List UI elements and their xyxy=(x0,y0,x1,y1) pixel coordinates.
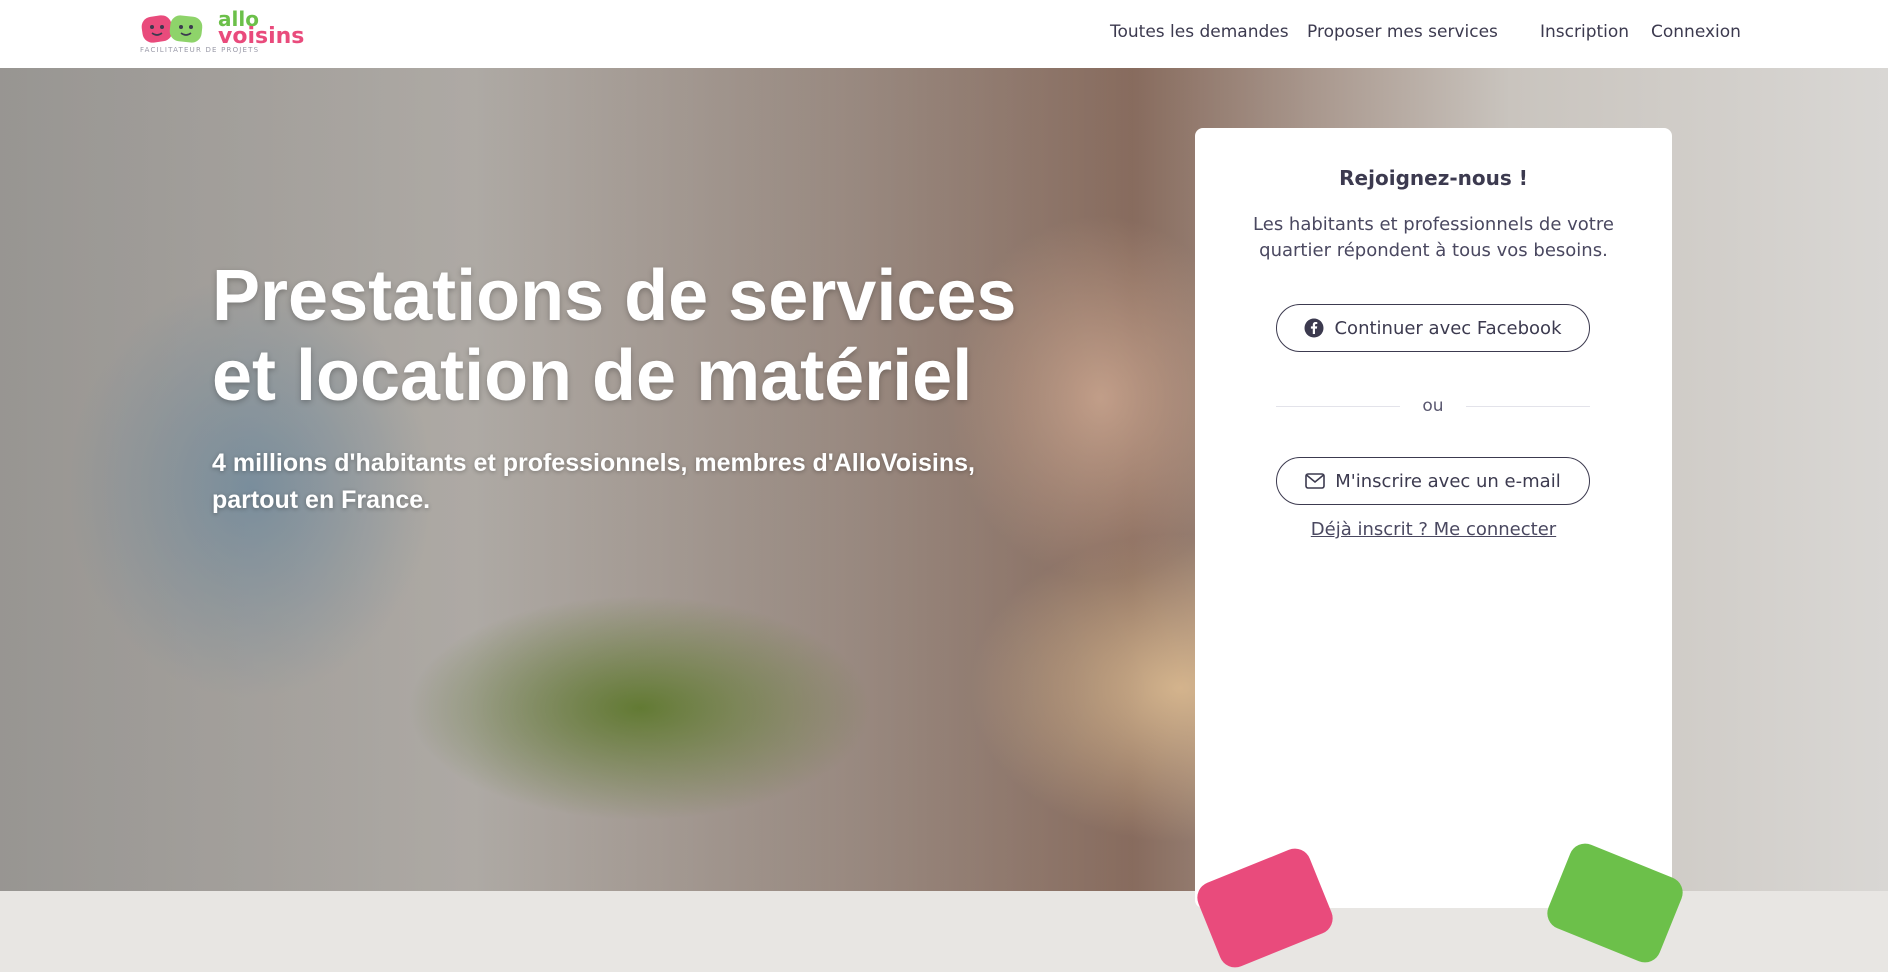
facebook-icon xyxy=(1304,318,1324,338)
decorative-pink-shape xyxy=(1192,843,1338,972)
hero-title-line-2: et location de matériel xyxy=(212,336,973,416)
facebook-login-button[interactable]: Continuer avec Facebook xyxy=(1276,304,1590,352)
signup-card-title: Rejoignez-nous ! xyxy=(1339,166,1528,190)
hero-subtitle-line-1: 4 millions d'habitants et professionnels… xyxy=(212,449,975,477)
nav-link-connexion[interactable]: Connexion xyxy=(1651,22,1741,42)
nav-item-demandes: Toutes les demandes xyxy=(1110,0,1289,64)
login-link[interactable]: Déjà inscrit ? Me connecter xyxy=(1195,519,1672,540)
nav-link-demandes[interactable]: Toutes les demandes xyxy=(1110,22,1289,42)
signup-card-description: Les habitants et professionnels de votre… xyxy=(1253,214,1614,261)
email-signup-label: M'inscrire avec un e-mail xyxy=(1335,470,1561,492)
nav-link-inscription[interactable]: Inscription xyxy=(1540,22,1629,42)
logo-text-voisins: voisins xyxy=(218,24,305,49)
nav-link-proposer[interactable]: Proposer mes services xyxy=(1307,22,1498,42)
nav-item-inscription: Inscription xyxy=(1540,0,1629,64)
mail-icon xyxy=(1305,473,1326,489)
hero-title-line-1: Prestations de services xyxy=(212,256,1017,336)
signup-card: Rejoignez-nous ! Les habitants et profes… xyxy=(1192,128,1688,972)
nav-item-proposer: Proposer mes services xyxy=(1307,0,1498,64)
hero-subtitle: 4 millions d'habitants et professionnels… xyxy=(212,445,1112,519)
hero-subtitle-line-2: partout en France. xyxy=(212,486,431,514)
allovoisins-logo[interactable]: allo voisins FACILITATEUR DE PROJETS xyxy=(140,8,304,58)
divider-label: ou xyxy=(1422,396,1444,416)
logo-mascots-icon xyxy=(141,15,203,43)
email-signup-button[interactable]: M'inscrire avec un e-mail xyxy=(1276,457,1590,505)
decorative-green-shape xyxy=(1542,838,1688,968)
hero-title: Prestations de services et location de m… xyxy=(212,256,1112,416)
logo-tagline: FACILITATEUR DE PROJETS xyxy=(140,46,260,54)
or-divider: ou xyxy=(1276,396,1590,416)
top-navigation-bar: allo voisins FACILITATEUR DE PROJETS Tou… xyxy=(0,0,1888,68)
facebook-login-label: Continuer avec Facebook xyxy=(1334,317,1562,339)
nav-item-connexion: Connexion xyxy=(1651,0,1741,64)
divider-line-left xyxy=(1276,405,1401,407)
divider-line-right xyxy=(1465,405,1590,407)
